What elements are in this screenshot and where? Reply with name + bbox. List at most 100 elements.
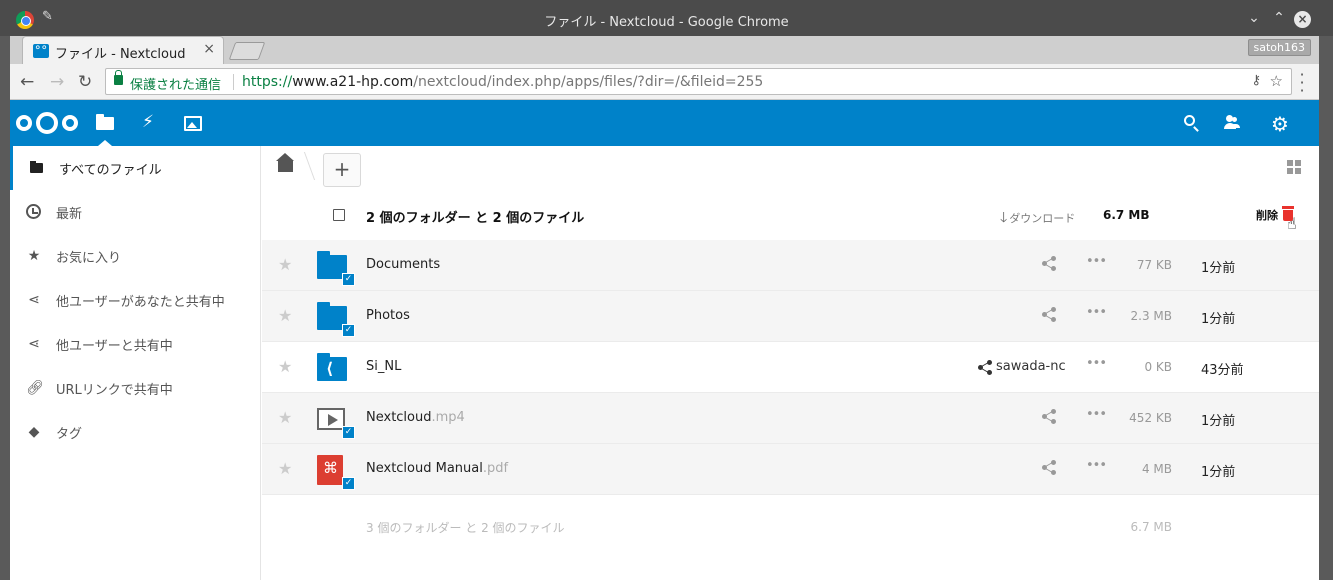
file-extension: .mp4 <box>431 410 465 425</box>
clock-icon <box>26 204 41 219</box>
omnibox-divider <box>233 74 234 90</box>
tab-close-icon[interactable]: × <box>203 41 215 57</box>
file-extension: .pdf <box>482 461 509 476</box>
sidebar-item-label: 最新 <box>56 207 83 222</box>
file-basename: Photos <box>366 308 410 323</box>
sidebar-item-recent[interactable]: 最新 <box>10 190 260 234</box>
file-name[interactable]: Nextcloud.mp4 <box>366 410 465 425</box>
file-name[interactable]: Photos <box>366 308 410 323</box>
star-icon: ★ <box>27 248 41 264</box>
download-label: ダウンロード <box>1009 212 1076 225</box>
browser-toolbar: ← → ↻ 保護された通信 https://www.a21-hp.com/nex… <box>10 64 1319 100</box>
select-all-checkbox[interactable] <box>333 209 345 221</box>
sidebar-item-favorites[interactable]: ★ お気に入り <box>10 234 260 278</box>
search-icon[interactable] <box>1184 115 1195 126</box>
sidebar-item-label: 他ユーザーと共有中 <box>56 339 173 354</box>
share-icon[interactable] <box>1042 409 1058 425</box>
settings-gear-icon[interactable]: ⚙ <box>1270 112 1290 136</box>
pdf-file-icon <box>317 455 343 485</box>
reload-icon[interactable]: ↻ <box>78 72 92 92</box>
breadcrumb-separator <box>292 152 316 180</box>
sidebar-item-label: URLリンクで共有中 <box>56 383 173 398</box>
sidebar-item-label: 他ユーザーがあなたと共有中 <box>56 295 225 310</box>
file-name[interactable]: Nextcloud Manual.pdf <box>366 461 508 476</box>
hand-cursor-icon: ☝ <box>1287 214 1297 233</box>
file-basename: Nextcloud <box>366 410 432 425</box>
table-row[interactable]: ★ Si_NL sawada-nc ••• 0 KB 43分前 <box>262 342 1319 393</box>
address-bar[interactable]: 保護された通信 https://www.a21-hp.com/nextcloud… <box>105 68 1292 95</box>
profile-badge[interactable]: satoh163 <box>1247 39 1311 56</box>
file-modified: 1分前 <box>1201 465 1236 480</box>
favorite-star-icon[interactable]: ★ <box>278 459 292 478</box>
home-icon[interactable] <box>276 153 294 172</box>
browser-menu-icon[interactable]: · · · <box>1299 67 1305 99</box>
nextcloud-logo-icon[interactable] <box>16 112 78 134</box>
sidebar-item-label: お気に入り <box>56 251 122 266</box>
favorite-star-icon[interactable]: ★ <box>278 255 292 274</box>
file-size: 4 MB <box>1141 462 1172 476</box>
share-icon[interactable] <box>1042 256 1058 272</box>
selected-checkbox[interactable]: ✓ <box>342 324 355 337</box>
gallery-image-icon[interactable] <box>184 116 202 131</box>
selection-summary: 2 個のフォルダー と 2 個のファイル <box>366 211 585 226</box>
favorite-star-icon[interactable]: ★ <box>278 357 292 376</box>
grid-view-icon[interactable] <box>1287 160 1301 174</box>
new-file-button[interactable]: + <box>323 153 361 187</box>
file-modified: 1分前 <box>1201 414 1236 429</box>
share-owner[interactable]: sawada-nc <box>996 359 1066 374</box>
new-tab-button[interactable] <box>228 42 266 60</box>
folder-summary: 3 個のフォルダー と 2 個のファイル <box>366 521 565 535</box>
folder-total-size: 6.7 MB <box>1130 520 1172 534</box>
selected-checkbox[interactable]: ✓ <box>342 426 355 439</box>
lock-icon <box>114 70 123 85</box>
maximize-icon[interactable]: ⌃ <box>1270 10 1288 26</box>
key-icon[interactable]: ⚷ <box>1251 73 1261 88</box>
share-icon[interactable] <box>1042 460 1058 476</box>
selection-size: 6.7 MB <box>1103 208 1150 222</box>
favorite-star-icon[interactable]: ★ <box>278 306 292 325</box>
file-name[interactable]: Si_NL <box>366 359 401 374</box>
video-file-icon <box>317 408 345 430</box>
back-arrow-icon[interactable]: ← <box>20 72 34 92</box>
file-modified: 43分前 <box>1201 363 1244 378</box>
close-window-icon[interactable]: × <box>1294 11 1311 28</box>
table-row[interactable]: ★ ✓ Nextcloud Manual.pdf ••• 4 MB 1分前 <box>262 444 1319 495</box>
favorite-star-icon[interactable]: ★ <box>278 408 292 427</box>
sidebar-item-shared-with-others[interactable]: ⋖ 他ユーザーと共有中 <box>10 322 260 366</box>
files-app-folder-icon[interactable] <box>96 114 114 130</box>
table-row[interactable]: ★ ✓ Photos ••• 2.3 MB 1分前 <box>262 291 1319 342</box>
sidebar-item-tags[interactable]: ◆ タグ <box>10 410 260 454</box>
nextcloud-header: ⚡︎ ⚙ <box>10 100 1319 146</box>
sidebar: すべてのファイル 最新 ★ お気に入り ⋖ 他ユーザーがあなたと共有中 ⋖ 他ユ… <box>10 146 261 580</box>
tab-files[interactable]: ファイル - Nextcloud × <box>22 36 224 64</box>
sidebar-item-all-files[interactable]: すべてのファイル <box>10 146 260 190</box>
sidebar-item-label: タグ <box>56 427 83 442</box>
activity-bolt-icon[interactable]: ⚡︎ <box>142 112 162 132</box>
download-action[interactable]: 🡓 ダウンロード <box>1000 207 1075 231</box>
share-icon: ⋖ <box>28 336 40 352</box>
url-host: www.a21-hp.com <box>292 74 414 90</box>
tab-title: ファイル - Nextcloud <box>55 47 186 62</box>
shared-folder-icon <box>317 353 347 381</box>
selected-checkbox[interactable]: ✓ <box>342 477 355 490</box>
delete-action[interactable]: 削除 <box>1256 207 1278 223</box>
link-icon: 🔗︎ <box>26 380 44 396</box>
table-row[interactable]: ★ ✓ Nextcloud.mp4 ••• 452 KB 1分前 <box>262 393 1319 444</box>
folder-icon <box>29 160 45 176</box>
file-basename: Documents <box>366 257 441 272</box>
file-modified: 1分前 <box>1201 312 1236 327</box>
url-text[interactable]: https://www.a21-hp.com/nextcloud/index.p… <box>242 74 763 90</box>
contacts-icon[interactable] <box>1223 115 1243 135</box>
minimize-icon[interactable]: ⌄ <box>1245 10 1263 26</box>
share-icon[interactable] <box>1042 307 1058 323</box>
sidebar-item-shared-with-you[interactable]: ⋖ 他ユーザーがあなたと共有中 <box>10 278 260 322</box>
file-basename: Nextcloud Manual <box>366 461 483 476</box>
url-scheme: https:// <box>242 74 293 90</box>
file-name[interactable]: Documents <box>366 257 440 272</box>
bookmark-star-icon[interactable]: ☆ <box>1270 72 1283 90</box>
sidebar-item-shared-by-link[interactable]: 🔗︎ URLリンクで共有中 <box>10 366 260 410</box>
selected-checkbox[interactable]: ✓ <box>342 273 355 286</box>
url-path: /nextcloud/index.php/apps/files/?dir=/&f… <box>413 74 764 90</box>
forward-arrow-icon[interactable]: → <box>50 72 64 92</box>
table-row[interactable]: ★ ✓ Documents ••• 77 KB 1分前 <box>262 240 1319 291</box>
